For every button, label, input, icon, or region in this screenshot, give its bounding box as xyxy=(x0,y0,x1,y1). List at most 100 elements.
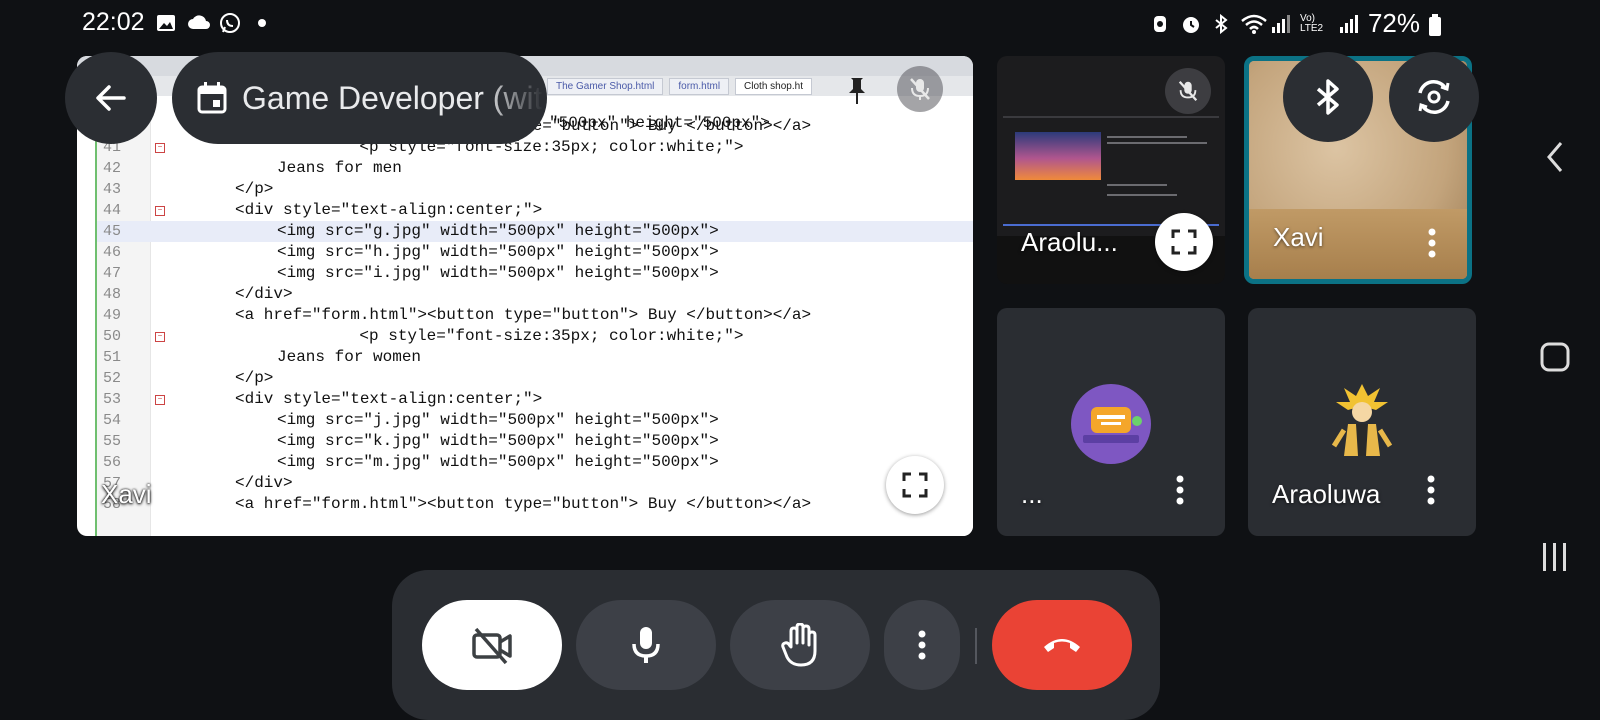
line-number: 56 xyxy=(103,454,122,471)
more-options-button[interactable] xyxy=(884,600,960,690)
bluetooth-button[interactable] xyxy=(1283,52,1373,142)
whatsapp-icon xyxy=(219,12,241,34)
collapse-panel-button[interactable] xyxy=(1538,140,1572,174)
code-line: 45 <img src="g.jpg" width="500px" height=… xyxy=(97,221,973,243)
avatar-image xyxy=(1083,407,1142,443)
raise-hand-button[interactable] xyxy=(730,600,870,690)
participant-name: Araolu... xyxy=(1021,227,1118,257)
fold-marker[interactable]: − xyxy=(155,395,165,405)
code-line: 43 </p> xyxy=(97,179,973,200)
code-line: 42 Jeans for men xyxy=(97,158,973,179)
line-number: 54 xyxy=(103,412,122,429)
calendar-icon xyxy=(197,82,227,114)
switch-camera-button[interactable] xyxy=(1389,52,1479,142)
participant-tile[interactable]: ... xyxy=(997,308,1225,536)
camera-off-icon xyxy=(472,627,512,665)
code-text: </p> xyxy=(235,369,274,387)
recents-icon xyxy=(1543,543,1566,571)
code-line: 57 </div> xyxy=(97,473,973,494)
fullscreen-button[interactable] xyxy=(1155,213,1213,271)
code-line: 47 <img src="i.jpg" width="500px" height=… xyxy=(97,263,973,284)
code-text: </div> xyxy=(235,474,293,492)
code-editor: "500px" height="500px"> 40<a href="form.… xyxy=(95,96,973,536)
participant-tile[interactable]: Araoluwa xyxy=(1248,308,1476,536)
code-text: </div> xyxy=(235,285,293,303)
end-call-icon xyxy=(1044,639,1080,652)
pin-icon[interactable] xyxy=(845,76,869,106)
line-number: 42 xyxy=(103,160,122,177)
participant-name: Araoluwa xyxy=(1272,479,1381,509)
code-text: <img src="i.jpg" width="500px" height="5… xyxy=(277,264,719,282)
code-text: <a href="form.html"><button type="button… xyxy=(235,495,812,513)
line-number: 45 xyxy=(103,223,122,240)
signal-icon xyxy=(1338,13,1360,35)
recents-button[interactable] xyxy=(1538,540,1572,574)
code-text: </p> xyxy=(235,180,274,198)
meeting-title: Game Developer (wit xyxy=(242,79,543,116)
code-line: 51 Jeans for women xyxy=(97,347,973,368)
mic-off-icon xyxy=(1178,80,1198,102)
fold-marker[interactable]: − xyxy=(155,332,165,342)
silent-icon xyxy=(1150,13,1172,35)
mic-off-badge xyxy=(1165,68,1211,114)
participant-tile[interactable]: Araolu... xyxy=(997,56,1225,284)
home-icon xyxy=(1540,342,1570,372)
more-options-button[interactable] xyxy=(1165,468,1195,512)
end-call-button[interactable] xyxy=(992,600,1132,690)
line-number: 43 xyxy=(103,181,122,198)
camera-toggle-button[interactable] xyxy=(422,600,562,690)
line-number: 51 xyxy=(103,349,122,366)
fold-marker[interactable]: − xyxy=(155,143,165,153)
status-time: 22:02 xyxy=(82,8,145,36)
arrow-back-icon xyxy=(96,85,126,111)
signal-icon xyxy=(1270,13,1292,35)
fullscreen-button[interactable] xyxy=(886,456,944,514)
more-vert-icon xyxy=(1427,475,1435,505)
chevron-left-icon xyxy=(1547,142,1563,172)
line-number: 52 xyxy=(103,370,122,387)
back-button[interactable] xyxy=(65,52,157,144)
meeting-title-pill[interactable]: Game Developer (wit xyxy=(172,52,547,144)
line-number: 47 xyxy=(103,265,122,282)
code-line: 46 <img src="h.jpg" width="500px" height=… xyxy=(97,242,973,263)
line-number: 46 xyxy=(103,244,122,261)
home-button[interactable] xyxy=(1538,340,1572,374)
bluetooth-icon xyxy=(1210,13,1232,35)
more-vert-icon xyxy=(1428,228,1436,258)
mic-toggle-button[interactable] xyxy=(576,600,716,690)
code-text: <img src="g.jpg" width="500px" height="5… xyxy=(277,222,719,240)
code-text: <img src="j.jpg" width="500px" height="5… xyxy=(277,411,719,429)
code-text: <img src="m.jpg" width="500px" height="5… xyxy=(277,453,719,471)
code-text: <img src="k.jpg" width="500px" height="5… xyxy=(277,432,719,450)
mic-off-badge xyxy=(897,66,943,112)
line-number: 44 xyxy=(103,202,122,219)
call-controls xyxy=(392,570,1160,720)
avatar xyxy=(1322,380,1402,464)
system-nav-bar xyxy=(1510,0,1600,720)
more-options-button[interactable] xyxy=(1417,221,1447,265)
code-text: <p style="font-size:35px; color:white;"> xyxy=(321,327,744,345)
volte-label: Vo) LTE2 xyxy=(1299,12,1324,34)
code-text: <div style="text-align:center;"> xyxy=(235,390,543,408)
fold-marker[interactable]: − xyxy=(155,206,165,216)
participant-name: Xavi xyxy=(1273,222,1324,252)
gallery-icon xyxy=(155,12,177,34)
code-text: <div style="text-align:center;"> xyxy=(235,201,543,219)
more-vert-icon xyxy=(1176,475,1184,505)
code-line: 52 </p> xyxy=(97,368,973,389)
code-line: 58 <a href="form.html"><button type="butt… xyxy=(97,494,973,515)
more-vert-icon xyxy=(918,630,926,660)
battery-icon xyxy=(1428,13,1450,36)
line-number: 55 xyxy=(103,433,122,450)
presenter-name: Xavi xyxy=(101,479,152,509)
status-bar: 22:02 Vo) LTE2 72% xyxy=(0,0,1510,44)
more-options-button[interactable] xyxy=(1416,468,1446,512)
code-line: 56 <img src="m.jpg" width="500px" height=… xyxy=(97,452,973,473)
divider xyxy=(975,628,977,664)
code-text: <a href="form.html"><button type="button… xyxy=(235,306,812,324)
line-number: 50 xyxy=(103,328,122,345)
thumbnail-image xyxy=(1015,132,1101,180)
code-text: <img src="h.jpg" width="500px" height="5… xyxy=(277,243,719,261)
status-left: 22:02 xyxy=(82,8,273,37)
switch-camera-icon xyxy=(1418,80,1450,114)
